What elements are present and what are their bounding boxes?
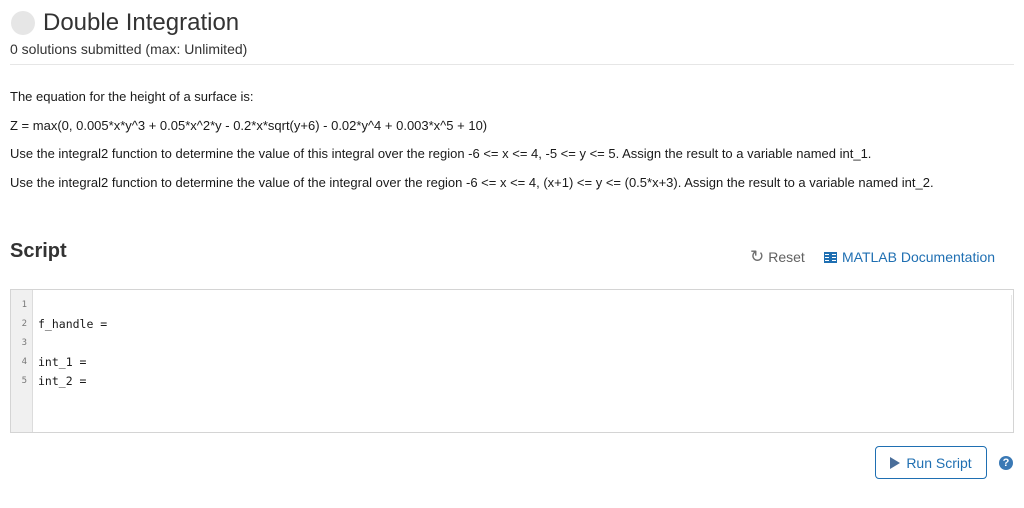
status-circle-icon bbox=[11, 11, 35, 35]
line-number: 3 bbox=[21, 338, 27, 348]
equation-text: Z = max(0, 0.005*x*y^3 + 0.05*x^2*y - 0.… bbox=[10, 118, 488, 133]
doc-label: MATLAB Documentation bbox=[842, 249, 996, 265]
script-heading: Script bbox=[10, 240, 67, 262]
play-icon bbox=[890, 456, 901, 469]
line-number: 2 bbox=[21, 319, 27, 329]
code-editor[interactable]: 1 2 3 4 5 f_handle = int_1 = int_2 = bbox=[10, 289, 1014, 433]
header-divider bbox=[10, 64, 1014, 65]
description-paragraph: Use the integral2 function to determine … bbox=[10, 146, 872, 161]
line-number: 1 bbox=[21, 300, 27, 310]
book-icon bbox=[824, 251, 837, 263]
code-line[interactable]: int_1 = bbox=[38, 355, 86, 369]
code-line[interactable]: f_handle = bbox=[38, 317, 107, 331]
line-number: 5 bbox=[21, 376, 27, 386]
reset-button[interactable]: ↻ Reset bbox=[750, 247, 805, 266]
reset-label: Reset bbox=[768, 249, 805, 265]
question-circle-icon[interactable]: ? bbox=[999, 456, 1013, 470]
code-line[interactable]: int_2 = bbox=[38, 374, 86, 388]
problem-title: Double Integration bbox=[43, 9, 240, 36]
refresh-icon: ↻ bbox=[750, 247, 765, 266]
description-paragraph: The equation for the height of a surface… bbox=[10, 89, 254, 104]
run-label: Run Script bbox=[906, 454, 972, 471]
description-paragraph: Use the integral2 function to determine … bbox=[10, 175, 934, 190]
run-script-button[interactable]: Run Script bbox=[875, 446, 987, 479]
line-number: 4 bbox=[21, 357, 27, 367]
matlab-documentation-link[interactable]: MATLAB Documentation bbox=[824, 249, 995, 265]
submission-count: 0 solutions submitted (max: Unlimited) bbox=[10, 41, 248, 57]
editor-scrollbar[interactable] bbox=[1011, 295, 1012, 390]
line-number-gutter: 1 2 3 4 5 bbox=[11, 290, 33, 432]
